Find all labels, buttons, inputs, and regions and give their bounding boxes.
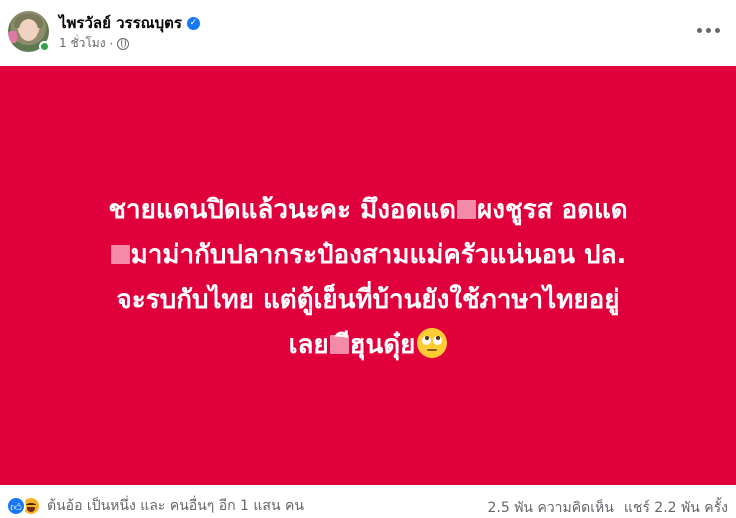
emoji-mouth xyxy=(427,348,438,351)
avatar-accessory xyxy=(8,31,17,43)
more-options-icon xyxy=(696,27,702,33)
post-stats: 2.5 พัน ความคิดเห็น แชร์ 2.2 พัน ครั้ง xyxy=(487,497,728,518)
post-text-segment: ชายแดนปิดแล้วนะคะ มึงอดแด xyxy=(108,194,457,225)
emoji-eye xyxy=(433,335,443,345)
post-footer: 👍︎ ต้นอ้อ เป็นหนึ่ง และ คนอื่นๆ อีก 1 แส… xyxy=(0,485,736,518)
meta-separator: · xyxy=(109,36,114,51)
avatar-face xyxy=(19,19,38,41)
censored-block xyxy=(110,244,130,264)
comments-count[interactable]: 2.5 พัน ความคิดเห็น xyxy=(487,497,613,518)
author-line: ไพรวัลย์ วรรณบุตร ✓ xyxy=(59,11,200,35)
more-dot xyxy=(714,27,720,33)
post-timestamp[interactable]: 1 ชั่วโมง xyxy=(59,34,106,53)
emoji-eye xyxy=(422,335,432,345)
reaction-summary[interactable]: 👍︎ ต้นอ้อ เป็นหนึ่ง และ คนอื่นๆ อีก 1 แส… xyxy=(6,495,304,517)
post-text-line-1: ชายแดนปิดแล้วนะคะ มึงอดแด ผงชูรส อดแด xyxy=(18,188,718,233)
censored-block xyxy=(457,199,477,219)
more-dot xyxy=(705,27,711,33)
post-text-line-3: จะรบกับไทย แต่ตู้เย็นที่บ้านยังใช้ภาษาไท… xyxy=(18,278,718,323)
post-text-line-4: เลยีฮุนดุ๋ย xyxy=(18,323,718,368)
post-text-line-2: มาม่ากับปลากระป๋องสามแม่ครัวแน่นอน ปล. xyxy=(18,233,718,278)
post-text: ชายแดนปิดแล้วนะคะ มึงอดแด ผงชูรส อดแด มาม… xyxy=(18,184,718,368)
post-header: ไพรวัลย์ วรรณบุตร ✓ 1 ชั่วโมง · xyxy=(0,0,736,66)
shares-count[interactable]: แชร์ 2.2 พัน ครั้ง xyxy=(624,497,728,518)
like-icon: 👍︎ xyxy=(6,496,26,516)
post-text-segment: มาม่ากับปลากระป๋องสามแม่ครัวแน่นอน ปล. xyxy=(130,239,627,270)
post-text-segment: ีฮุนดุ๋ย xyxy=(349,329,416,360)
post-body-card: ชายแดนปิดแล้วนะคะ มึงอดแด ผงชูรส อดแด มาม… xyxy=(0,66,736,485)
post-text-segment: ผงชูรส อดแด xyxy=(477,194,628,225)
reaction-summary-text[interactable]: ต้นอ้อ เป็นหนึ่ง และ คนอื่นๆ อีก 1 แสน ค… xyxy=(47,495,304,517)
censored-block xyxy=(329,334,349,354)
post-text-segment: เลย xyxy=(288,329,329,360)
globe-icon[interactable] xyxy=(117,37,130,50)
post-meta: 1 ชั่วโมง · xyxy=(59,34,130,53)
online-status-dot xyxy=(39,41,50,52)
more-options-button[interactable] xyxy=(690,18,726,42)
verified-badge-icon: ✓ xyxy=(186,16,200,30)
face-with-rolling-eyes-icon xyxy=(417,327,448,358)
post-text-segment: จะรบกับไทย แต่ตู้เย็นที่บ้านยังใช้ภาษาไท… xyxy=(116,284,620,315)
author-name[interactable]: ไพรวัลย์ วรรณบุตร xyxy=(59,11,182,35)
